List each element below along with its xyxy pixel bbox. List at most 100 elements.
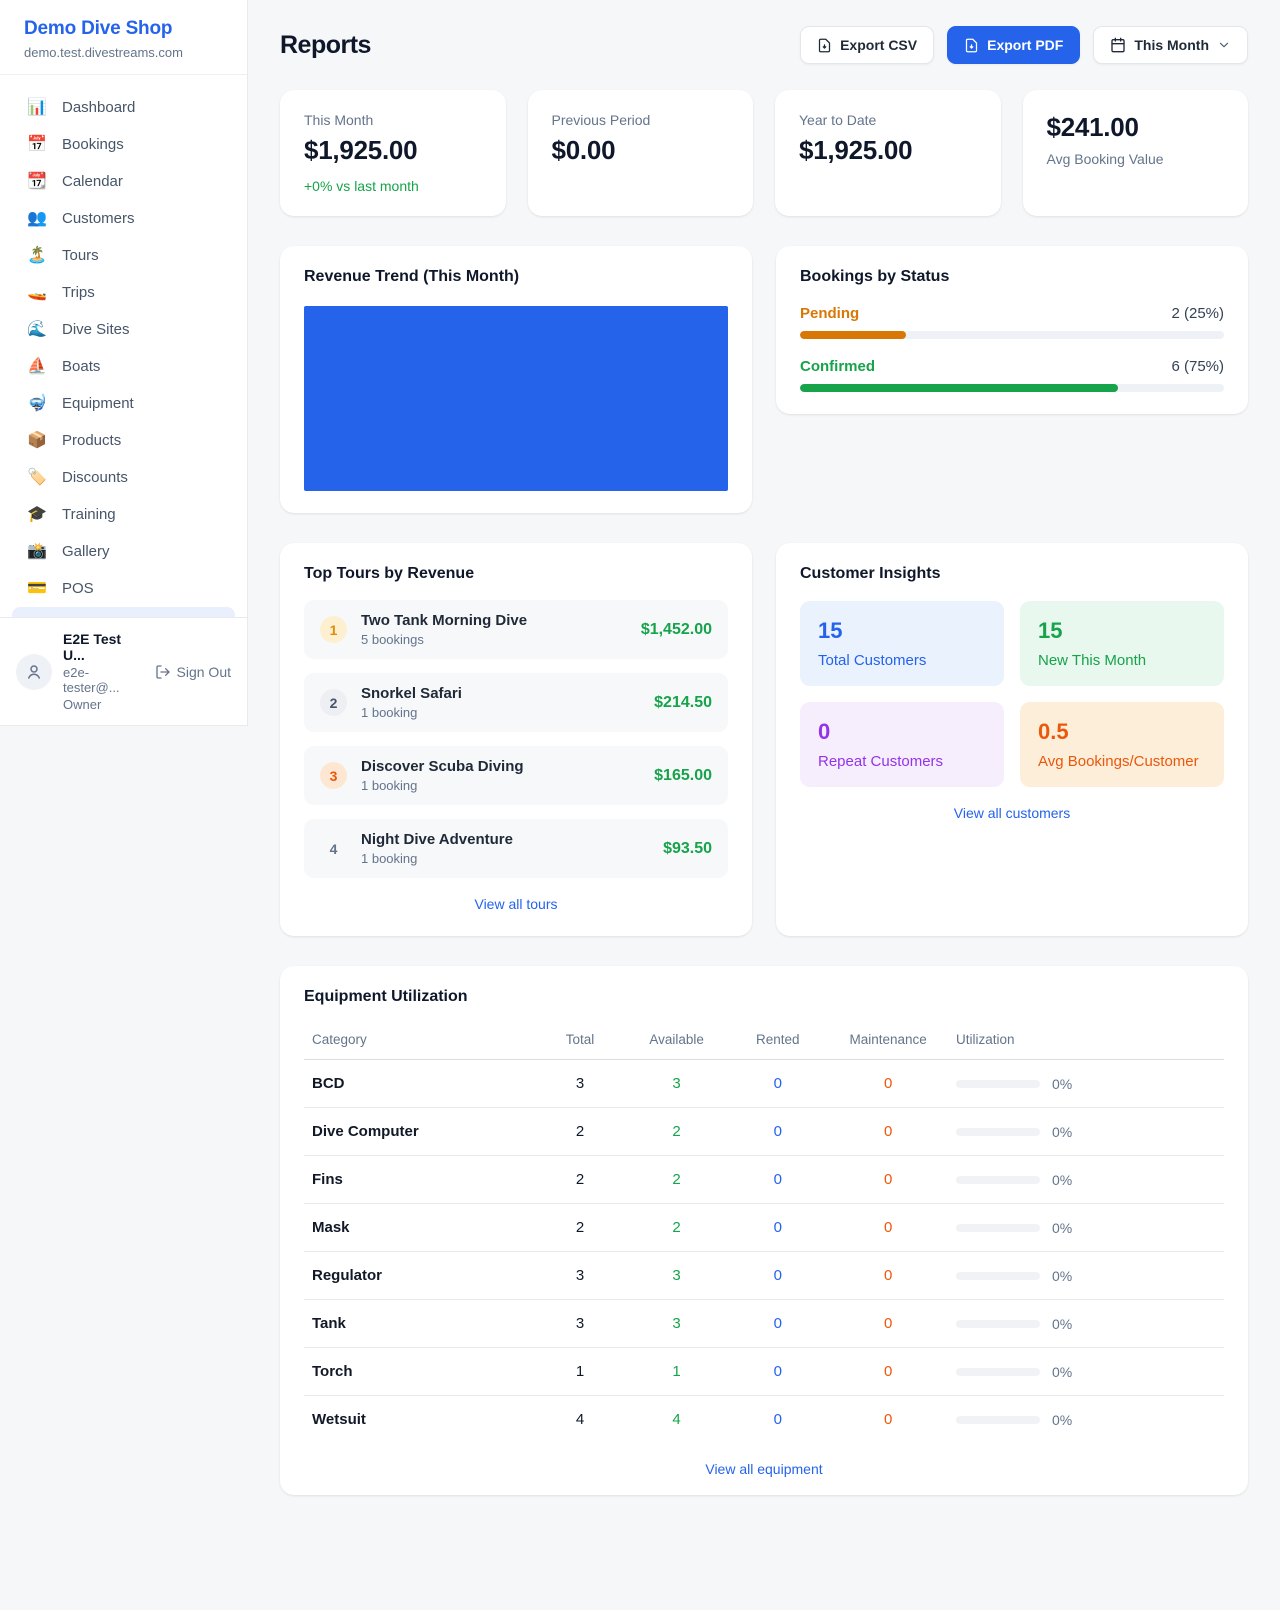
sidebar-item-reports-partial[interactable]: [12, 607, 235, 617]
camera-flash-icon: 📸: [26, 544, 48, 560]
sign-out-button[interactable]: Sign Out: [155, 664, 231, 680]
sidebar-item-label: Calendar: [62, 173, 123, 190]
tour-row[interactable]: 3 Discover Scuba Diving 1 booking $165.0…: [304, 746, 728, 805]
view-all-equipment-link[interactable]: View all equipment: [304, 1461, 1224, 1477]
rented-cell: 0: [727, 1300, 828, 1348]
sidebar-item-customers[interactable]: 👥 Customers: [12, 200, 235, 237]
sidebar-item-boats[interactable]: ⛵ Boats: [12, 348, 235, 385]
shop-domain: demo.test.divestreams.com: [24, 45, 223, 60]
stat-label: Avg Booking Value: [1047, 151, 1225, 167]
status-value: 2 (25%): [1171, 305, 1224, 322]
tour-row[interactable]: 2 Snorkel Safari 1 booking $214.50: [304, 673, 728, 732]
sidebar-item-dashboard[interactable]: 📊 Dashboard: [12, 89, 235, 126]
table-row: Regulator 3 3 0 0 0%: [304, 1252, 1224, 1300]
category-cell: Torch: [304, 1348, 534, 1396]
tour-list: 1 Two Tank Morning Dive 5 bookings $1,45…: [304, 600, 728, 878]
export-csv-button[interactable]: Export CSV: [800, 26, 934, 64]
available-cell: 2: [626, 1204, 727, 1252]
utilization-percent: 0%: [1052, 1076, 1072, 1092]
sidebar-item-bookings[interactable]: 📅 Bookings: [12, 126, 235, 163]
export-pdf-label: Export PDF: [987, 37, 1063, 53]
insight-value: 15: [1038, 618, 1206, 644]
sidebar-item-tours[interactable]: 🏝️ Tours: [12, 237, 235, 274]
tag-icon: 🏷️: [26, 470, 48, 486]
utilization-bar: [956, 1416, 1040, 1424]
rank-badge: 3: [320, 762, 347, 789]
tour-name: Discover Scuba Diving: [361, 758, 640, 775]
stat-value: $0.00: [552, 135, 730, 166]
calendar-17-icon: 📅: [26, 137, 48, 153]
utilization-cell: 0%: [948, 1300, 1224, 1348]
sidebar-item-label: Discounts: [62, 469, 128, 486]
sidebar-item-products[interactable]: 📦 Products: [12, 422, 235, 459]
equipment-table: Category Total Available Rented Maintena…: [304, 1022, 1224, 1443]
utilization-percent: 0%: [1052, 1124, 1072, 1140]
top-tours-card: Top Tours by Revenue 1 Two Tank Morning …: [280, 543, 752, 936]
utilization-cell: 0%: [948, 1108, 1224, 1156]
category-cell: Regulator: [304, 1252, 534, 1300]
sidebar-item-dive-sites[interactable]: 🌊 Dive Sites: [12, 311, 235, 348]
maintenance-cell: 0: [828, 1252, 948, 1300]
stat-value: $1,925.00: [799, 135, 977, 166]
column-header-total: Total: [534, 1022, 626, 1060]
user-name: E2E Test U...: [63, 631, 144, 663]
table-row: Wetsuit 4 4 0 0 0%: [304, 1396, 1224, 1444]
maintenance-cell: 0: [828, 1348, 948, 1396]
rented-cell: 0: [727, 1348, 828, 1396]
avatar: [16, 654, 52, 690]
sidebar-item-trips[interactable]: 🚤 Trips: [12, 274, 235, 311]
graduation-cap-icon: 🎓: [26, 507, 48, 523]
tour-name: Snorkel Safari: [361, 685, 640, 702]
view-all-tours-link[interactable]: View all tours: [304, 896, 728, 912]
stat-card-year-to-date: Year to Date $1,925.00: [775, 90, 1001, 216]
stat-card-previous-period: Previous Period $0.00: [528, 90, 754, 216]
sidebar-item-calendar[interactable]: 📆 Calendar: [12, 163, 235, 200]
tour-revenue: $1,452.00: [641, 621, 712, 639]
available-cell: 2: [626, 1156, 727, 1204]
utilization-percent: 0%: [1052, 1172, 1072, 1188]
sign-out-icon: [155, 664, 171, 680]
table-row: Tank 3 3 0 0 0%: [304, 1300, 1224, 1348]
sidebar-item-label: Training: [62, 506, 116, 523]
export-pdf-button[interactable]: Export PDF: [947, 26, 1080, 64]
top-tours-title: Top Tours by Revenue: [304, 565, 728, 583]
sidebar-item-label: Customers: [62, 210, 135, 227]
available-cell: 1: [626, 1348, 727, 1396]
tour-bookings: 1 booking: [361, 705, 640, 720]
tour-row[interactable]: 4 Night Dive Adventure 1 booking $93.50: [304, 819, 728, 878]
sidebar-item-label: POS: [62, 580, 94, 597]
sidebar-item-gallery[interactable]: 📸 Gallery: [12, 533, 235, 570]
table-header-row: Category Total Available Rented Maintena…: [304, 1022, 1224, 1060]
revenue-trend-chart: [304, 306, 728, 491]
status-row-confirmed: Confirmed 6 (75%): [800, 358, 1224, 392]
rented-cell: 0: [727, 1204, 828, 1252]
utilization-percent: 0%: [1052, 1220, 1072, 1236]
insight-value: 0.5: [1038, 719, 1206, 745]
sidebar: Demo Dive Shop demo.test.divestreams.com…: [0, 0, 248, 726]
utilization-bar: [956, 1272, 1040, 1280]
sidebar-item-discounts[interactable]: 🏷️ Discounts: [12, 459, 235, 496]
tour-row[interactable]: 1 Two Tank Morning Dive 5 bookings $1,45…: [304, 600, 728, 659]
header-actions: Export CSV Export PDF This Month: [800, 26, 1248, 64]
main-content: Reports Export CSV Export PDF This Month…: [248, 0, 1280, 1535]
shop-name: Demo Dive Shop: [24, 18, 223, 40]
tour-revenue: $93.50: [663, 840, 712, 858]
rank-badge: 1: [320, 616, 347, 643]
view-all-customers-link[interactable]: View all customers: [800, 805, 1224, 821]
sidebar-item-label: Gallery: [62, 543, 110, 560]
utilization-bar: [956, 1224, 1040, 1232]
period-dropdown[interactable]: This Month: [1093, 26, 1248, 64]
utilization-cell: 0%: [948, 1396, 1224, 1444]
utilization-percent: 0%: [1052, 1316, 1072, 1332]
insight-tile-repeat-customers: 0 Repeat Customers: [800, 702, 1004, 787]
sidebar-item-equipment[interactable]: 🤿 Equipment: [12, 385, 235, 422]
people-icon: 👥: [26, 211, 48, 227]
rank-badge: 4: [320, 835, 347, 862]
insight-label: Avg Bookings/Customer: [1038, 753, 1206, 770]
column-header-maintenance: Maintenance: [828, 1022, 948, 1060]
column-header-utilization: Utilization: [948, 1022, 1224, 1060]
table-row: Mask 2 2 0 0 0%: [304, 1204, 1224, 1252]
sidebar-item-training[interactable]: 🎓 Training: [12, 496, 235, 533]
sidebar-item-pos[interactable]: 💳 POS: [12, 570, 235, 607]
category-cell: BCD: [304, 1060, 534, 1108]
